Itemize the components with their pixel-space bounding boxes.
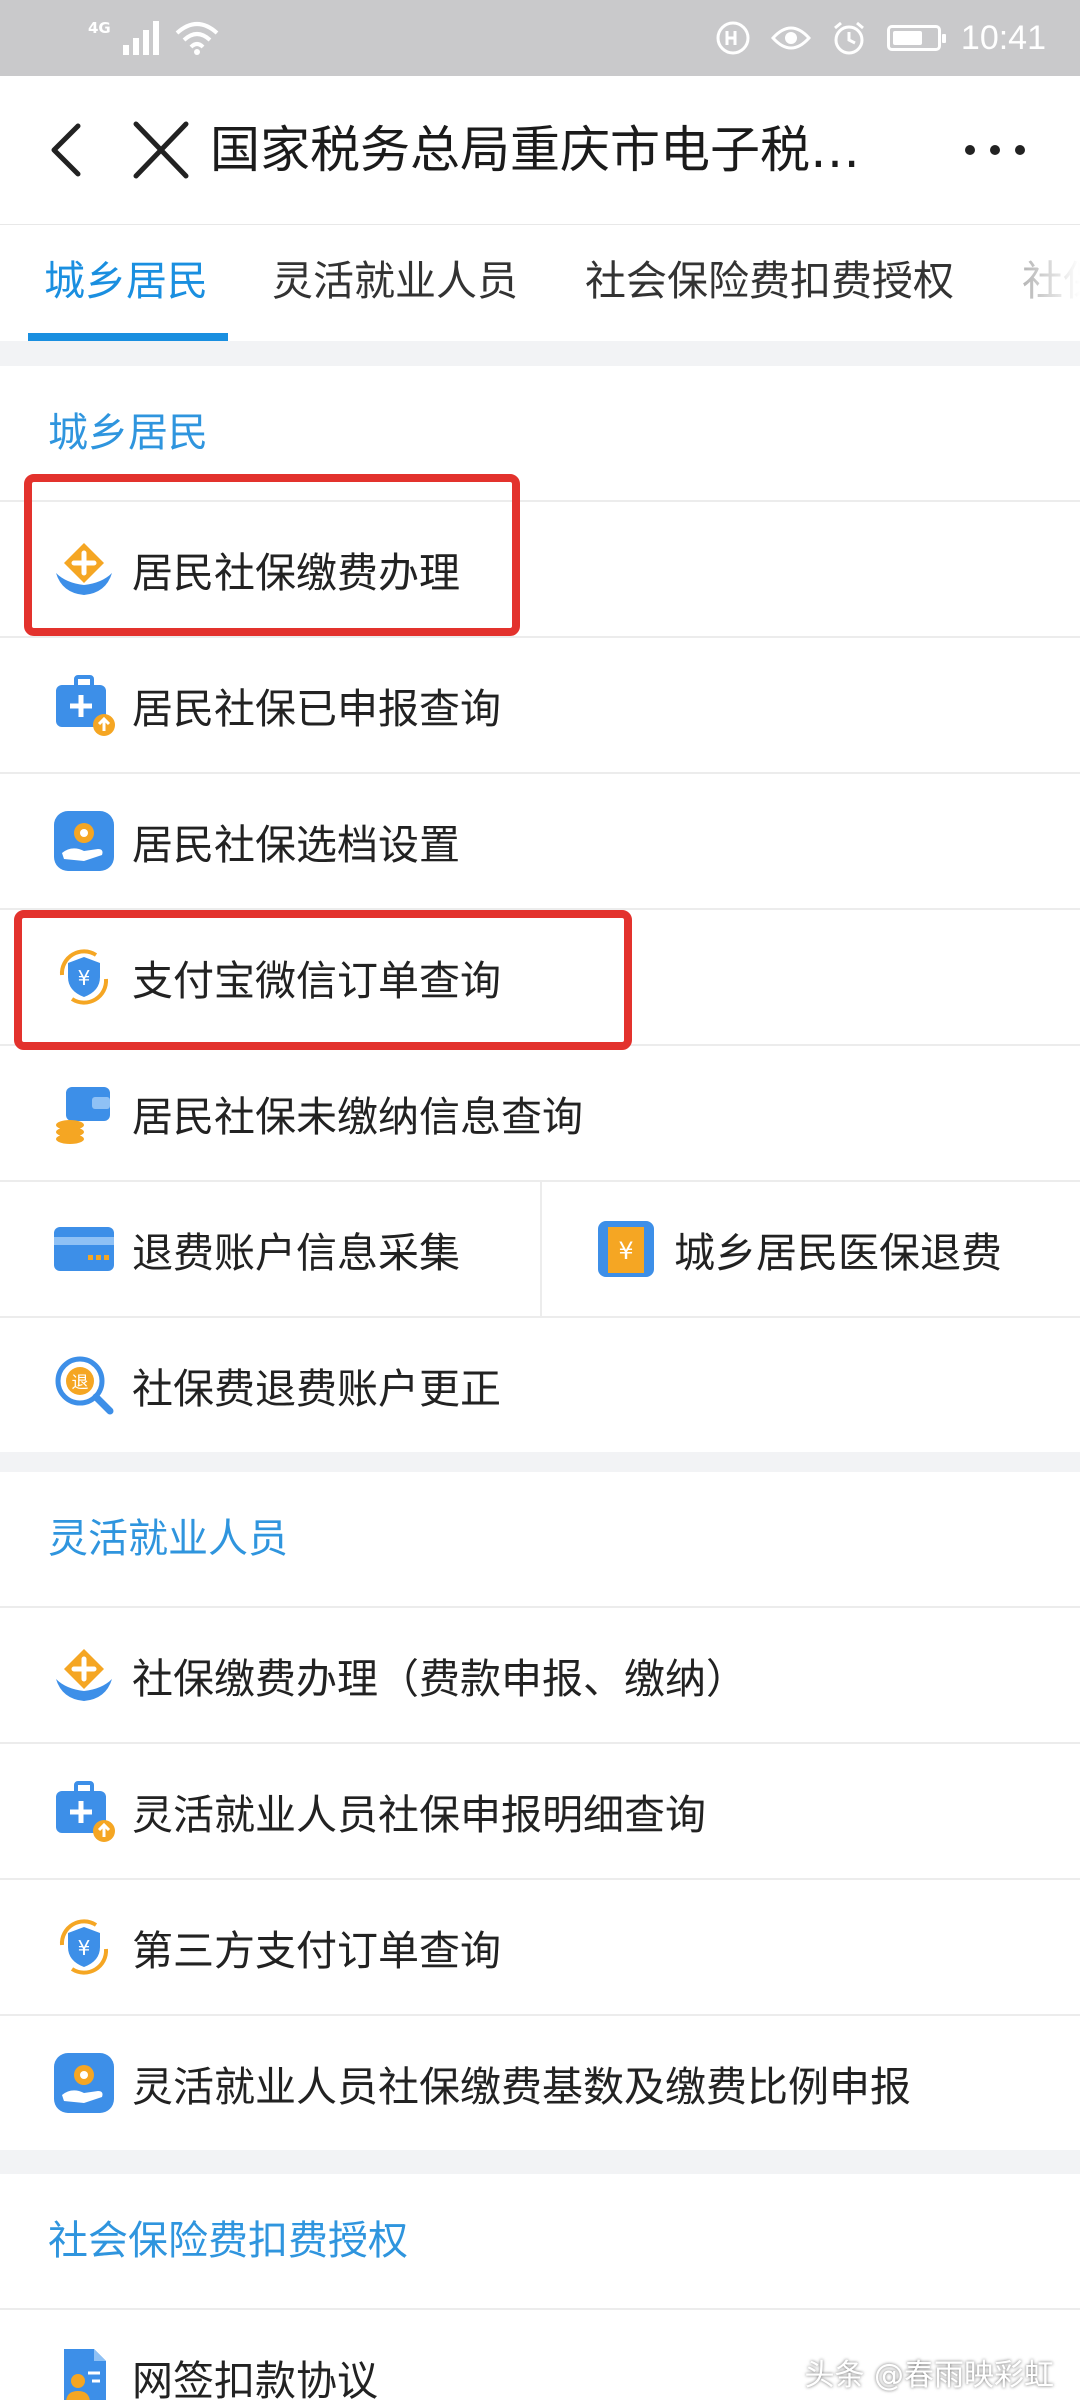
service-label: 第三方支付订单查询 <box>132 1927 501 1975</box>
service-unpaid-query[interactable]: 居民社保未缴纳信息查询 <box>0 1046 1080 1182</box>
eye-icon <box>770 26 811 50</box>
tab-authorization[interactable]: 社会保险费扣费授权 <box>585 225 954 341</box>
page-title: 国家税务总局重庆市电子税… <box>210 121 860 179</box>
more-icon[interactable] <box>950 122 1040 178</box>
tab-flexible[interactable]: 灵活就业人员 <box>272 225 518 341</box>
section-title: 社会保险费扣费授权 <box>0 2174 1080 2310</box>
tab-urban-rural[interactable]: 城乡居民 <box>44 225 208 341</box>
section-flexible: 灵活就业人员 社保缴费办理（费款申报、缴纳） 灵活就业人员社保申报明细查询 第三… <box>0 1472 1080 2150</box>
battery-icon <box>886 25 946 51</box>
service-refund-account-correct[interactable]: 社保费退费账户更正 <box>0 1318 1080 1452</box>
service-base-ratio-declare[interactable]: 灵活就业人员社保缴费基数及缴费比例申报 <box>0 2016 1080 2150</box>
service-refund-account-collect[interactable]: 退费账户信息采集 <box>0 1182 540 1316</box>
service-declared-query[interactable]: 居民社保已申报查询 <box>0 638 1080 774</box>
back-icon[interactable] <box>40 120 100 180</box>
wifi-icon <box>175 22 219 55</box>
service-label: 灵活就业人员社保缴费基数及缴费比例申报 <box>132 2063 911 2111</box>
hand-gear-icon <box>52 2051 116 2115</box>
service-tier-setting[interactable]: 居民社保选档设置 <box>0 774 1080 910</box>
alarm-icon <box>833 21 864 55</box>
close-icon[interactable] <box>126 120 196 180</box>
bank-card-icon <box>52 1217 116 1281</box>
service-medical-refund[interactable]: 城乡居民医保退费 <box>540 1182 1080 1316</box>
status-bar: 4G 10:41 <box>0 0 1080 76</box>
service-label: 灵活就业人员社保申报明细查询 <box>132 1791 706 1839</box>
contract-user-icon <box>52 2345 116 2400</box>
service-label: 退费账户信息采集 <box>132 1229 460 1277</box>
refund-search-icon <box>52 1353 116 1417</box>
watermark: 头条 @春雨映彩虹 <box>804 2358 1054 2393</box>
service-label: 社保缴费办理（费款申报、缴纳） <box>132 1655 747 1703</box>
active-tab-indicator <box>28 333 228 341</box>
highlight-box <box>24 474 520 636</box>
medical-kit-icon <box>52 673 116 737</box>
hd-call-icon <box>716 21 750 55</box>
highlight-box <box>14 910 632 1050</box>
service-label: 社保费退费账户更正 <box>132 1365 501 1413</box>
service-label: 居民社保未缴纳信息查询 <box>132 1093 583 1141</box>
service-third-party-order-query[interactable]: 第三方支付订单查询 <box>0 1880 1080 2016</box>
wallet-coins-icon <box>52 1081 116 1145</box>
medical-kit-icon <box>52 1779 116 1843</box>
hand-gear-icon <box>52 809 116 873</box>
clock: 10:41 <box>960 18 1046 57</box>
yuan-receipt-icon <box>594 1217 658 1281</box>
service-label: 网签扣款协议 <box>132 2357 378 2400</box>
signal-icon <box>122 21 159 55</box>
service-label: 居民社保选档设置 <box>132 821 460 869</box>
network-type: 4G <box>88 19 111 37</box>
service-row-pair: 退费账户信息采集 城乡居民医保退费 <box>0 1182 1080 1318</box>
service-label: 城乡居民医保退费 <box>674 1229 1002 1277</box>
service-flexible-payment[interactable]: 社保缴费办理（费款申报、缴纳） <box>0 1608 1080 1744</box>
service-flexible-detail-query[interactable]: 灵活就业人员社保申报明细查询 <box>0 1744 1080 1880</box>
category-tabs: 城乡居民 灵活就业人员 社会保险费扣费授权 社保 <box>0 224 1080 341</box>
service-label: 居民社保已申报查询 <box>132 685 501 733</box>
title-bar: 国家税务总局重庆市电子税… <box>0 76 1080 224</box>
yuan-shield-icon <box>52 1915 116 1979</box>
section-title: 灵活就业人员 <box>0 1472 1080 1608</box>
hand-plus-icon <box>52 1643 116 1707</box>
